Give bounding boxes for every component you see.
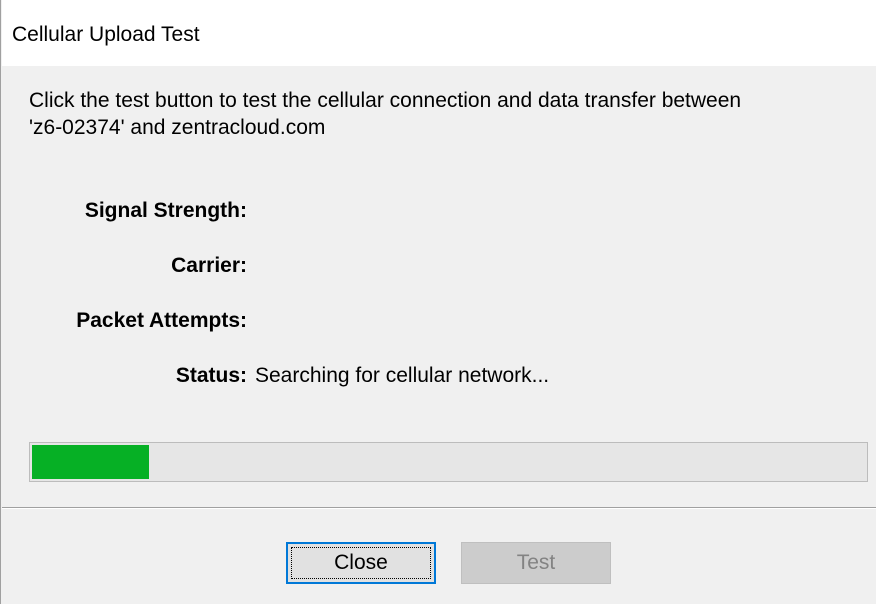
instructions-text: Click the test button to test the cellul… [29, 87, 874, 141]
test-button[interactable]: Test [461, 542, 611, 584]
button-area-separator [2, 507, 876, 509]
signal-strength-label: Signal Strength: [84, 199, 247, 222]
progress-bar [29, 442, 868, 482]
packet-attempts-label: Packet Attempts: [76, 309, 247, 332]
instructions-line-2: 'z6-02374' and zentracloud.com [29, 116, 326, 139]
status-label: Status: [175, 364, 247, 387]
carrier-label: Carrier: [171, 254, 247, 277]
window-title: Cellular Upload Test [12, 23, 200, 46]
test-button-label: Test [516, 551, 556, 574]
progress-bar-fill [32, 445, 149, 479]
title-bar[interactable]: Cellular Upload Test [2, 0, 876, 66]
instructions-line-1: Click the test button to test the cellul… [29, 89, 742, 112]
cellular-upload-test-dialog: Cellular Upload Test Click the test butt… [0, 0, 876, 604]
focus-ring [291, 547, 431, 579]
status-value: Searching for cellular network... [255, 364, 550, 387]
close-button[interactable]: Close [286, 542, 436, 584]
